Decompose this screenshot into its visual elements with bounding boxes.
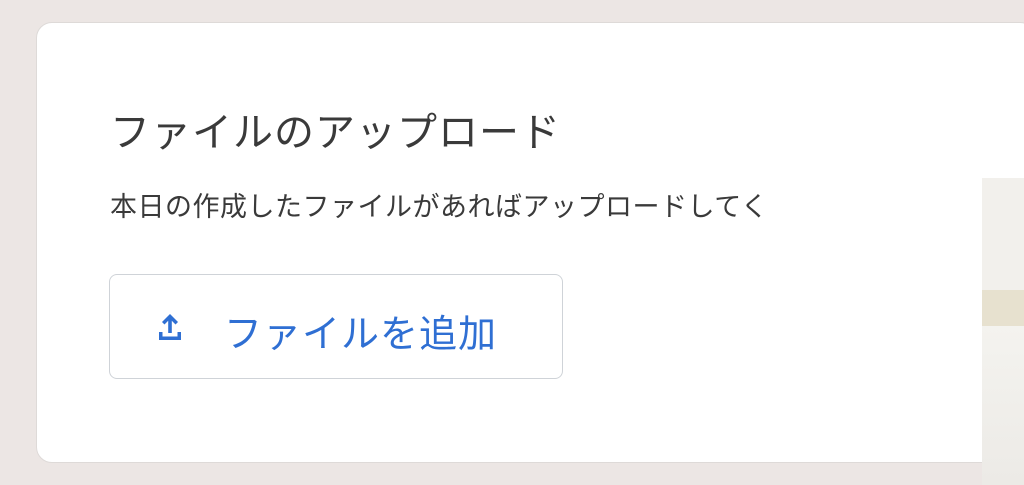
side-panel-shade — [982, 326, 1024, 485]
add-file-button-label: ファイルを追加 — [224, 312, 498, 356]
upload-icon — [152, 309, 188, 345]
upload-card — [36, 22, 1024, 463]
side-panel — [982, 178, 1024, 485]
upload-card-title: ファイルのアップロード — [110, 110, 561, 156]
upload-card-description: 本日の作成したファイルがあればアップロードしてく — [110, 192, 769, 223]
side-panel-stripe — [982, 290, 1024, 326]
page: ファイルのアップロード 本日の作成したファイルがあればアップロードしてく ファイ… — [0, 0, 1024, 485]
add-file-button[interactable]: ファイルを追加 — [109, 274, 563, 379]
